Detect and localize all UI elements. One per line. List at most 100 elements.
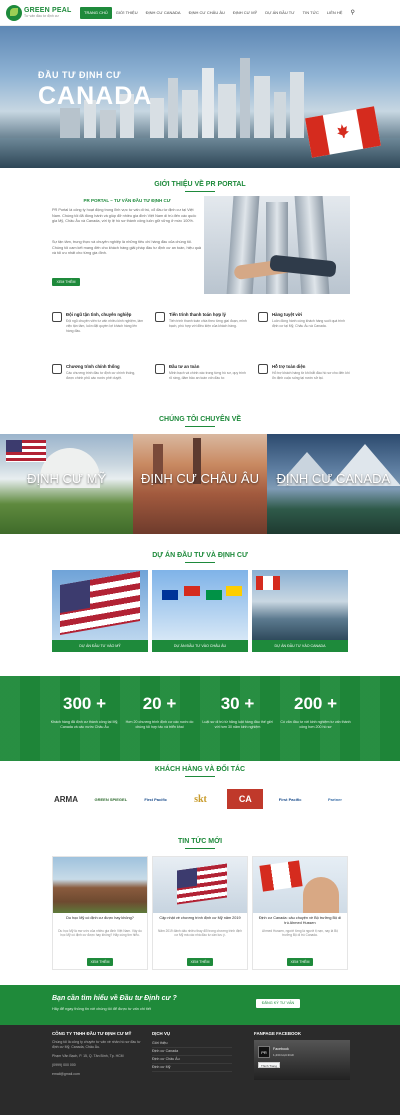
footer-heading: DỊCH VỤ xyxy=(152,1031,171,1036)
register-consult-button[interactable]: Đăng ký tư vấn xyxy=(256,999,300,1008)
project-card[interactable]: Dự án đầu tư vào Mỹ xyxy=(52,570,148,652)
stat-desc: Có văn đầu tư với kinh nghiệm tư vấn thà… xyxy=(280,720,351,729)
intro-subtitle: PR PORTAL – TƯ VẤN ĐẦU TƯ ĐỊNH CƯ xyxy=(83,198,171,203)
intro-image xyxy=(204,196,350,294)
hero-title: CANADA xyxy=(38,82,153,110)
feature-desc: Đội ngũ chuyên viên tư vấn nhiều kinh ng… xyxy=(66,319,144,333)
project-image xyxy=(152,570,248,640)
news-desc: Năm 2019 đánh dấu nhiều thay đổi trong c… xyxy=(158,929,242,938)
stat-number: 200 + xyxy=(293,694,337,713)
document-icon xyxy=(52,364,62,374)
facebook-likes: 1,234 lượt thích xyxy=(273,1053,295,1057)
specialty-usa[interactable]: Định cư Mỹ xyxy=(0,434,134,534)
partner-logo[interactable]: First Pacific xyxy=(272,789,308,809)
partner-logo[interactable]: Partner xyxy=(317,789,353,809)
feature-desc: Minh bạch và chính xác trong từng hồ sơ,… xyxy=(169,371,246,380)
news-image xyxy=(253,857,347,913)
shield-icon xyxy=(155,364,165,374)
footer-link[interactable]: Định cư Mỹ xyxy=(152,1064,232,1072)
news-card[interactable]: Du học Mỹ có định cư được hay không? Du … xyxy=(52,856,148,970)
tower xyxy=(226,196,260,294)
feature-desc: Tiến trình thanh toán chia theo từng gia… xyxy=(169,319,247,328)
partner-logo[interactable]: First Pacific xyxy=(138,789,174,809)
news-title[interactable]: Định cư Canada: câu chuyện về Bộ trưởng … xyxy=(257,916,343,926)
stat-item: 200 + Có văn đầu tư với kinh nghiệm tư v… xyxy=(278,694,353,730)
stat-desc: Khách hàng đã định cư thành công tại Mỹ,… xyxy=(50,720,119,729)
intro-more-button[interactable]: Xem thêm xyxy=(52,278,80,286)
feature-title: Tiến trình thanh toán hợp lý xyxy=(169,312,226,317)
specialty-europe[interactable]: Định cư Châu Âu xyxy=(133,434,267,534)
cta-title: Bạn cần tìm hiểu về Đầu tư Định cư ? xyxy=(52,995,177,1002)
specialty-label: Định cư Mỹ xyxy=(27,471,107,486)
nav-item-home[interactable]: Trang chủ xyxy=(80,6,112,19)
news-title: TIN TỨC MỚI xyxy=(0,838,400,849)
nav-item-usa[interactable]: Định cư Mỹ xyxy=(229,0,261,26)
hero-slider[interactable]: ĐẦU TƯ ĐỊNH CƯ CANADA xyxy=(0,26,400,168)
footer-link[interactable]: Định cư Châu Âu xyxy=(152,1056,232,1064)
specialty-canada[interactable]: Định cư Canada xyxy=(266,434,400,534)
facebook-like-button[interactable]: Thích Trang xyxy=(258,1062,280,1068)
usa-flag xyxy=(177,863,227,905)
search-icon[interactable]: ⚲ xyxy=(350,9,354,16)
news-more-button[interactable]: Xem thêm xyxy=(187,958,213,966)
news-more-button[interactable]: Xem thêm xyxy=(87,958,113,966)
site-logo[interactable]: GREEN PEAL Tư vấn đầu tư định cư xyxy=(6,3,72,23)
nav-item-news[interactable]: Tin tức xyxy=(299,0,323,26)
logo-name: GREEN PEAL xyxy=(24,6,72,14)
canada-flag xyxy=(256,576,280,590)
stat-number: 300 + xyxy=(62,694,106,713)
feature-desc: Hỗ trợ khách hàng từ khi bắt đầu hồ sơ c… xyxy=(272,371,350,380)
nav-item-canada[interactable]: Định cư Canada xyxy=(142,0,185,26)
facebook-page-name[interactable]: Facebook xyxy=(273,1047,289,1051)
news-card[interactable]: Định cư Canada: câu chuyện về Bộ trưởng … xyxy=(252,856,348,970)
leaf-icon xyxy=(6,4,22,21)
facebook-page-widget[interactable]: PR Facebook 1,234 lượt thích Thích Trang xyxy=(254,1040,350,1080)
feature-title: Chương trình chính thống xyxy=(66,364,120,369)
stat-desc: Hơn 20 chương trình định cư các nước do … xyxy=(125,720,194,729)
footer-phone[interactable]: (0999) 000 000 xyxy=(52,1063,144,1068)
feature-title: Hàng tuyệt vời xyxy=(272,312,303,317)
hero-kicker: ĐẦU TƯ ĐỊNH CƯ xyxy=(38,70,121,80)
specialty-banners: Định cư Mỹ Định cư Châu Âu Định cư Canad… xyxy=(0,434,400,534)
facebook-page-logo: PR xyxy=(258,1046,270,1058)
nav-item-about[interactable]: Giới thiệu xyxy=(112,0,142,26)
news-title[interactable]: Du học Mỹ có định cư được hay không? xyxy=(57,916,143,921)
project-image xyxy=(252,570,348,640)
partner-logo[interactable]: ARMA xyxy=(48,789,84,809)
stat-item: 300 + Khách hàng đã định cư thành công t… xyxy=(47,694,122,730)
site-header: GREEN PEAL Tư vấn đầu tư định cư Trang c… xyxy=(0,0,400,26)
main-nav: Trang chủ Giới thiệu Định cư Canada Định… xyxy=(80,0,346,26)
news-card[interactable]: Cập nhật về chương trình định cư Mỹ năm … xyxy=(152,856,248,970)
news-image xyxy=(53,857,147,913)
nav-item-contact[interactable]: Liên hệ xyxy=(323,0,347,26)
support-icon xyxy=(258,364,268,374)
canada-flag xyxy=(259,860,303,892)
project-card[interactable]: Dự án đầu tư vào Châu Âu xyxy=(152,570,248,652)
usa-flag xyxy=(6,440,46,462)
partner-logo[interactable]: skt xyxy=(182,789,218,809)
footer-address: Phạm Văn Bạch, P. 15, Q. Tân Bình, Tp. H… xyxy=(52,1054,124,1058)
news-title[interactable]: Cập nhật về chương trình định cư Mỹ năm … xyxy=(157,916,243,921)
specialty-label: Định cư Canada xyxy=(276,471,391,486)
projects-title: DỰ ÁN ĐẦU TƯ VÀ ĐỊNH CƯ xyxy=(0,552,400,563)
partner-logo[interactable]: CA xyxy=(227,789,264,809)
flag xyxy=(206,590,222,600)
project-caption: Dự án đầu tư vào Canada xyxy=(252,640,348,652)
news-more-button[interactable]: Xem thêm xyxy=(287,958,313,966)
feature-title: Đầu tư an toàn xyxy=(169,364,200,369)
nav-item-projects[interactable]: Dự án đầu tư xyxy=(261,0,298,26)
project-image xyxy=(52,570,148,640)
footer-company: CÔNG TY TNHH ĐẦU TƯ ĐỊNH CƯ MỸ Chúng tôi… xyxy=(52,1031,144,1077)
footer-link[interactable]: Giới thiệu xyxy=(152,1040,232,1048)
footer-heading: FANPAGE FACEBOOK xyxy=(254,1031,301,1036)
footer-link[interactable]: Định cư Canada xyxy=(152,1048,232,1056)
partner-logo[interactable]: GREEN SPIEGEL xyxy=(93,789,129,809)
footer-email[interactable]: email@gmail.com xyxy=(52,1072,144,1077)
intro-title: GIỚI THIỆU VỀ PR PORTAL xyxy=(0,181,400,192)
nav-item-europe[interactable]: Định cư Châu Âu xyxy=(185,0,229,26)
project-card[interactable]: Dự án đầu tư vào Canada xyxy=(252,570,348,652)
stat-item: 20 + Hơn 20 chương trình định cư các nướ… xyxy=(122,694,197,730)
handshake-icon xyxy=(258,312,268,322)
flag xyxy=(184,586,200,596)
stat-number: 20 + xyxy=(142,694,177,713)
